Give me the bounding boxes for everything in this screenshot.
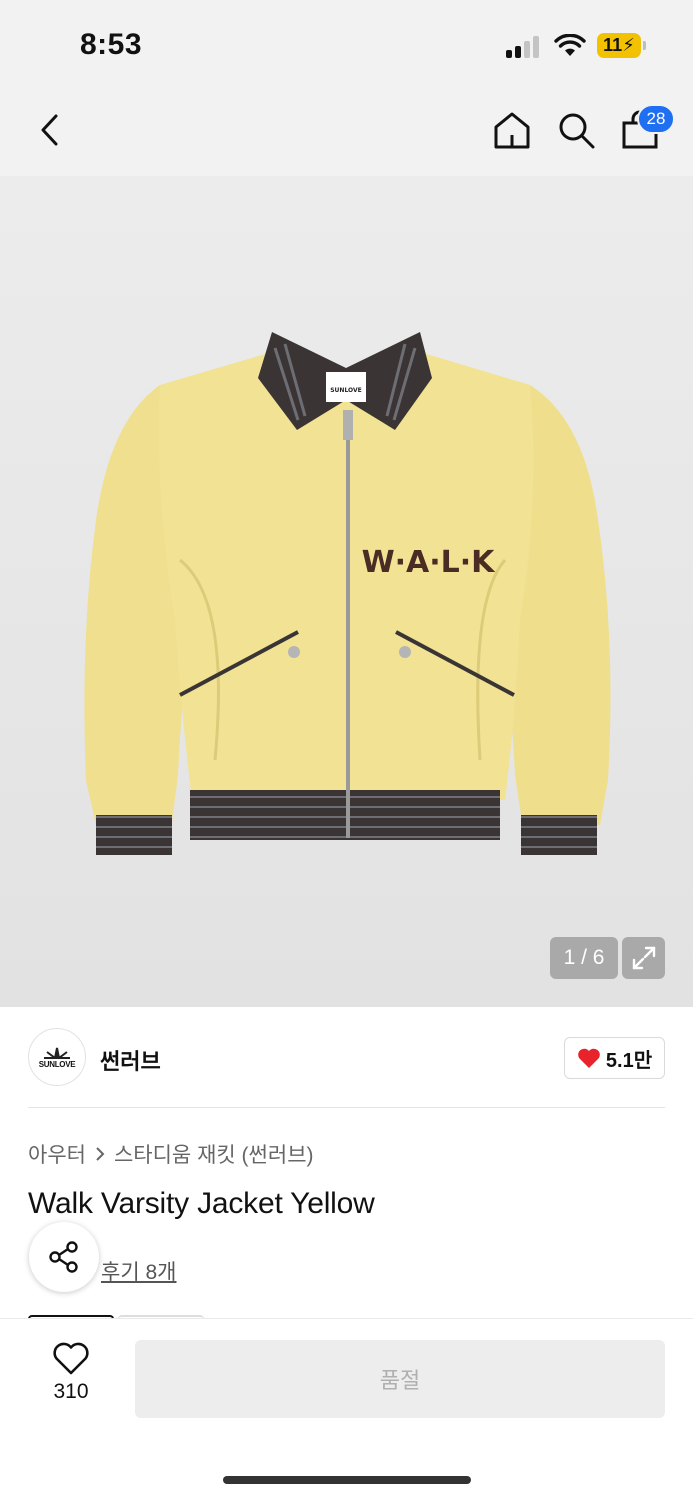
cart-count-badge: 28 bbox=[637, 104, 675, 134]
product-image-gallery[interactable]: SUNLOVE W·A·L·K bbox=[0, 176, 693, 1007]
signal-icon bbox=[506, 36, 542, 58]
battery-cap bbox=[643, 41, 646, 50]
chevron-right-icon bbox=[96, 1147, 105, 1161]
wifi-icon bbox=[554, 34, 586, 56]
breadcrumb: 아우터 스타디움 재킷 (썬러브) bbox=[28, 1139, 314, 1169]
search-icon[interactable] bbox=[556, 110, 596, 150]
breadcrumb-category[interactable]: 아우터 bbox=[28, 1139, 86, 1169]
product-title: Walk Varsity Jacket Yellow bbox=[28, 1187, 375, 1220]
wishlist-count: 310 bbox=[53, 1380, 89, 1403]
wishlist-button[interactable]: 310 bbox=[40, 1342, 102, 1414]
home-icon[interactable] bbox=[492, 110, 532, 150]
brand-logo-text: SUNLOVE bbox=[38, 1059, 76, 1069]
back-icon[interactable] bbox=[30, 110, 70, 150]
status-time: 8:53 bbox=[80, 28, 143, 61]
top-nav bbox=[0, 88, 693, 176]
image-page-indicator: 1 / 6 bbox=[550, 937, 618, 979]
expand-image-button[interactable] bbox=[622, 937, 665, 979]
brand-logo[interactable]: SUNLOVE bbox=[28, 1028, 86, 1086]
status-bar: 8:53 11 ⚡ bbox=[0, 0, 693, 88]
breadcrumb-subcategory[interactable]: 스타디움 재킷 (썬러브) bbox=[114, 1139, 314, 1169]
brand-row[interactable]: SUNLOVE 썬러브 5.1만 bbox=[28, 1028, 665, 1088]
sun-logo-icon bbox=[44, 1047, 70, 1059]
brand-like-count: 5.1만 bbox=[605, 1049, 653, 1072]
jacket-chest-text: W·A·L·K bbox=[362, 545, 497, 580]
reviews-link[interactable]: 후기 8개 bbox=[101, 1256, 176, 1286]
divider bbox=[28, 1107, 665, 1108]
sold-out-button[interactable]: 품절 bbox=[135, 1340, 665, 1418]
share-button[interactable] bbox=[29, 1222, 99, 1292]
heart-outline-icon bbox=[53, 1342, 89, 1375]
brand-name[interactable]: 썬러브 bbox=[100, 1044, 161, 1076]
battery-level: 11 bbox=[603, 35, 623, 55]
share-icon bbox=[49, 1241, 78, 1273]
charging-bolt-icon: ⚡ bbox=[622, 35, 635, 55]
brand-like-button[interactable]: 5.1만 bbox=[564, 1037, 665, 1079]
expand-icon bbox=[632, 946, 655, 970]
battery-icon: 11 ⚡ bbox=[597, 33, 641, 58]
jacket-image: SUNLOVE W·A·L·K bbox=[84, 332, 611, 855]
home-indicator bbox=[223, 1476, 471, 1484]
jacket-label-text: SUNLOVE bbox=[330, 387, 362, 394]
heart-icon bbox=[578, 1048, 600, 1068]
